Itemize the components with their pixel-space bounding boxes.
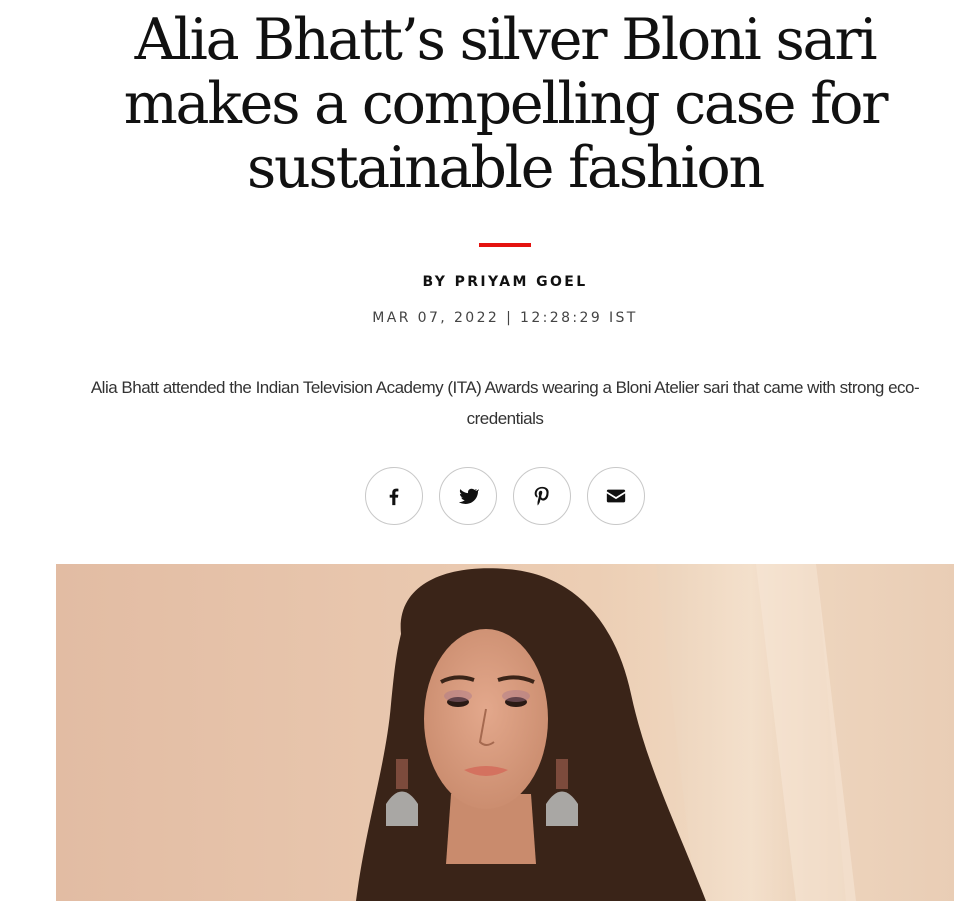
twitter-icon bbox=[458, 488, 479, 504]
article-title: Alia Bhatt’s silver Bloni sari makes a c… bbox=[123, 7, 889, 201]
share-pinterest-button[interactable] bbox=[513, 467, 571, 525]
article-dek: Alia Bhatt attended the Indian Televisio… bbox=[90, 378, 920, 428]
byline: BY PRIYAM GOEL bbox=[0, 274, 980, 290]
title-divider bbox=[479, 243, 531, 247]
publish-date: MAR 07, 2022 | 12:28:29 IST bbox=[372, 310, 638, 326]
envelope-icon bbox=[606, 489, 626, 503]
hero-photo-illustration bbox=[356, 564, 856, 901]
byline-prefix: BY bbox=[422, 274, 455, 290]
share-facebook-button[interactable] bbox=[365, 467, 423, 525]
pinterest-icon bbox=[534, 486, 549, 506]
share-email-button[interactable] bbox=[587, 467, 645, 525]
facebook-icon bbox=[389, 488, 399, 506]
share-twitter-button[interactable] bbox=[439, 467, 497, 525]
share-bar bbox=[365, 467, 655, 525]
hero-image bbox=[56, 564, 954, 901]
author-link[interactable]: PRIYAM GOEL bbox=[455, 274, 588, 290]
